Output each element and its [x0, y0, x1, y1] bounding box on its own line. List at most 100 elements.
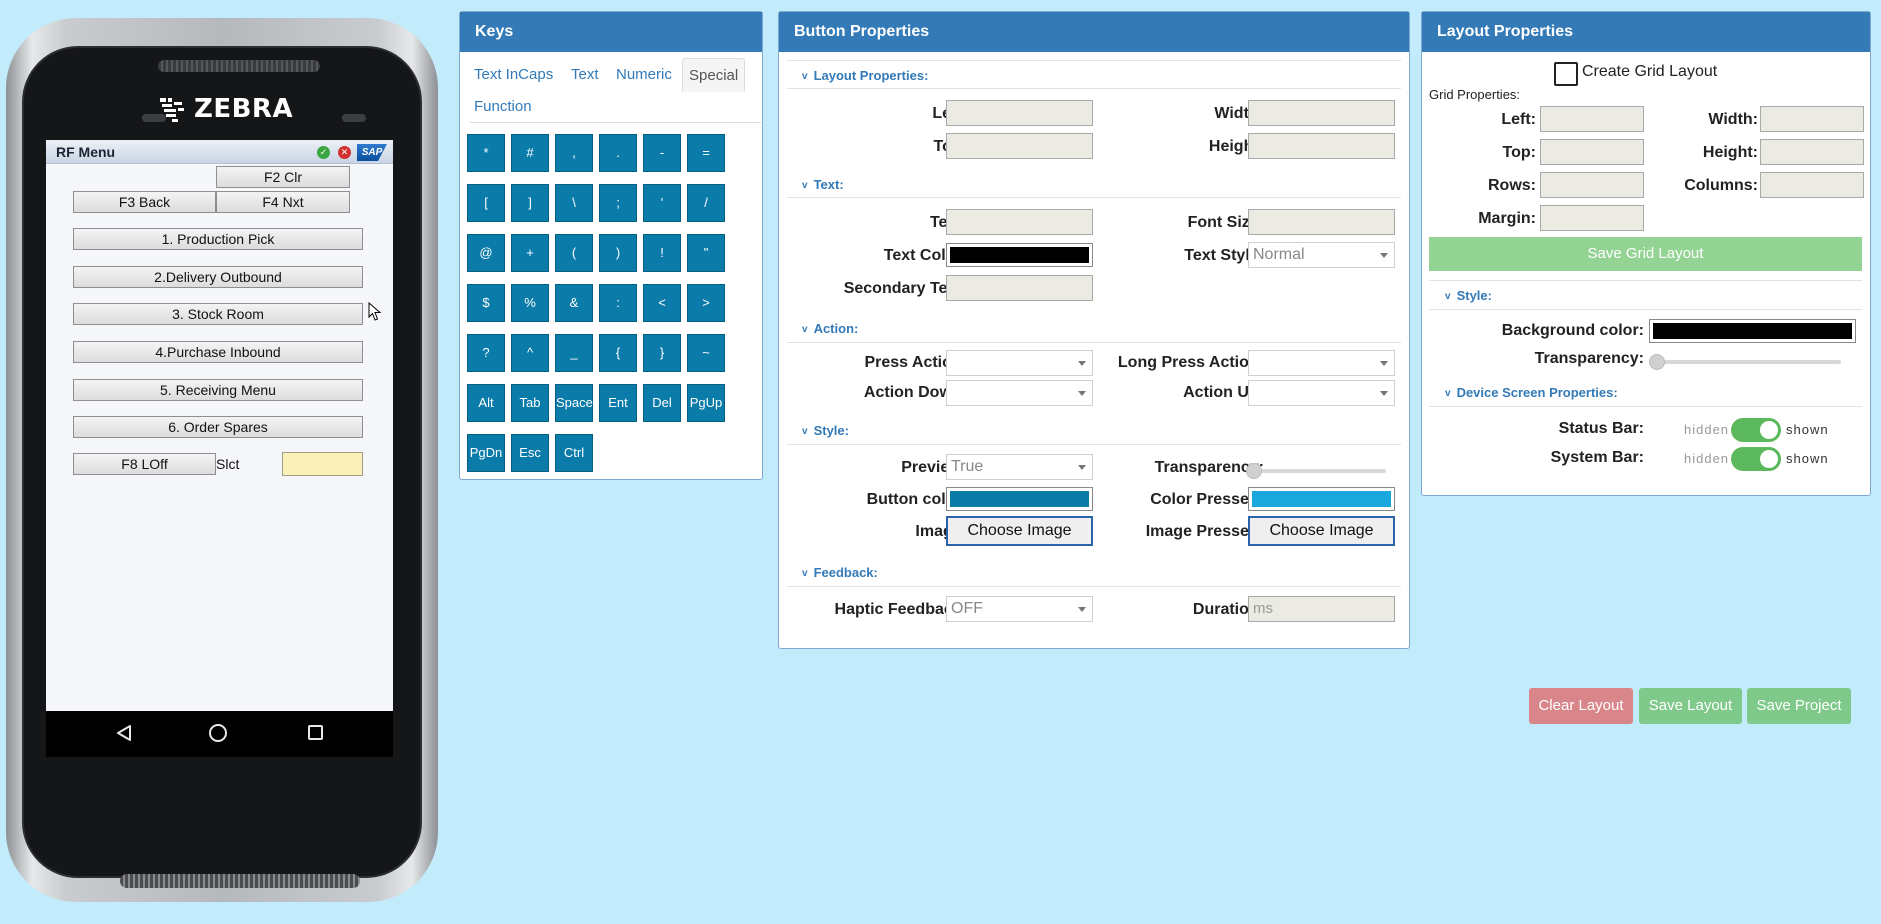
menu-order-spares-button[interactable]: 6. Order Spares — [73, 416, 363, 438]
duration-input[interactable]: ms — [1248, 596, 1395, 622]
key-button[interactable]: / — [687, 184, 725, 222]
grid-width-input[interactable] — [1760, 106, 1864, 132]
key-button[interactable]: # — [511, 134, 549, 172]
transparency-slider[interactable] — [1246, 463, 1386, 479]
text-input[interactable] — [946, 209, 1093, 235]
section-feedback[interactable]: v Feedback: — [802, 565, 878, 580]
grid-height-input[interactable] — [1760, 139, 1864, 165]
action-up-select[interactable] — [1248, 380, 1395, 406]
key-button[interactable]: , — [555, 134, 593, 172]
save-layout-button[interactable]: Save Layout — [1639, 688, 1742, 724]
key-button[interactable]: - — [643, 134, 681, 172]
action-down-select[interactable] — [946, 380, 1093, 406]
menu-stock-room-button[interactable]: 3. Stock Room — [73, 303, 363, 325]
key-button[interactable]: Ctrl — [555, 434, 593, 472]
system-bar-toggle[interactable] — [1731, 447, 1781, 471]
menu-production-pick-button[interactable]: 1. Production Pick — [73, 228, 363, 250]
f8-logoff-button[interactable]: F8 LOff — [73, 453, 216, 475]
layout-transparency-slider[interactable] — [1649, 354, 1841, 370]
section-action[interactable]: v Action: — [802, 321, 858, 336]
left-input[interactable] — [946, 100, 1093, 126]
key-button[interactable]: \ — [555, 184, 593, 222]
grid-margin-input[interactable] — [1540, 205, 1644, 231]
f2-clear-button[interactable]: F2 Clr — [216, 166, 350, 188]
key-button[interactable]: Space — [555, 384, 593, 422]
button-color-picker[interactable] — [946, 487, 1093, 511]
key-button[interactable]: ) — [599, 234, 637, 272]
f4-next-button[interactable]: F4 Nxt — [216, 191, 350, 213]
key-button[interactable]: ^ — [511, 334, 549, 372]
back-icon[interactable] — [116, 724, 132, 742]
key-button[interactable]: @ — [467, 234, 505, 272]
tab-text-incaps[interactable]: Text InCaps — [468, 58, 559, 92]
section-style[interactable]: v Style: — [1445, 288, 1492, 303]
check-icon[interactable]: ✓ — [317, 146, 330, 159]
key-button[interactable]: = — [687, 134, 725, 172]
menu-receiving-menu-button[interactable]: 5. Receiving Menu — [73, 379, 363, 401]
tab-function[interactable]: Function — [468, 90, 538, 124]
font-size-input[interactable] — [1248, 209, 1395, 235]
slider-thumb[interactable] — [1649, 354, 1665, 370]
preview-select[interactable]: True — [946, 454, 1093, 480]
key-button[interactable]: : — [599, 284, 637, 322]
grid-rows-input[interactable] — [1540, 172, 1644, 198]
save-project-button[interactable]: Save Project — [1747, 688, 1851, 724]
key-button[interactable]: Tab — [511, 384, 549, 422]
key-button[interactable]: { — [599, 334, 637, 372]
key-button[interactable]: % — [511, 284, 549, 322]
key-button[interactable]: Del — [643, 384, 681, 422]
key-button[interactable]: Esc — [511, 434, 549, 472]
top-input[interactable] — [946, 133, 1093, 159]
close-icon[interactable]: ✕ — [338, 146, 351, 159]
status-bar-toggle[interactable] — [1731, 418, 1781, 442]
tab-numeric[interactable]: Numeric — [610, 58, 678, 92]
grid-top-input[interactable] — [1540, 139, 1644, 165]
slider-thumb[interactable] — [1246, 463, 1262, 479]
grid-left-input[interactable] — [1540, 106, 1644, 132]
key-button[interactable]: PgUp — [687, 384, 725, 422]
select-input[interactable] — [282, 452, 363, 476]
key-button[interactable]: } — [643, 334, 681, 372]
key-button[interactable]: < — [643, 284, 681, 322]
key-button[interactable]: PgDn — [467, 434, 505, 472]
text-color-picker[interactable] — [946, 243, 1093, 267]
save-grid-layout-button[interactable]: Save Grid Layout — [1429, 237, 1862, 271]
choose-image-button[interactable]: Choose Image — [946, 516, 1093, 546]
create-grid-checkbox[interactable] — [1554, 62, 1578, 86]
key-button[interactable]: & — [555, 284, 593, 322]
recent-apps-icon[interactable] — [308, 725, 323, 740]
section-style[interactable]: v Style: — [802, 423, 849, 438]
key-button[interactable]: ? — [467, 334, 505, 372]
key-button[interactable]: _ — [555, 334, 593, 372]
key-button[interactable]: > — [687, 284, 725, 322]
key-button[interactable]: ! — [643, 234, 681, 272]
key-button[interactable]: Ent — [599, 384, 637, 422]
clear-layout-button[interactable]: Clear Layout — [1529, 688, 1633, 724]
section-device-screen[interactable]: v Device Screen Properties: — [1445, 385, 1618, 400]
key-button[interactable]: " — [687, 234, 725, 272]
grid-columns-input[interactable] — [1760, 172, 1864, 198]
key-button[interactable]: ] — [511, 184, 549, 222]
key-button[interactable]: . — [599, 134, 637, 172]
tab-text[interactable]: Text — [565, 58, 605, 92]
key-button[interactable]: + — [511, 234, 549, 272]
key-button[interactable]: ' — [643, 184, 681, 222]
height-input[interactable] — [1248, 133, 1395, 159]
section-layout-properties[interactable]: v Layout Properties: — [802, 68, 928, 83]
key-button[interactable]: Alt — [467, 384, 505, 422]
key-button[interactable]: [ — [467, 184, 505, 222]
menu-delivery-outbound-button[interactable]: 2.Delivery Outbound — [73, 266, 363, 288]
long-press-action-select[interactable] — [1248, 350, 1395, 376]
choose-image-pressed-button[interactable]: Choose Image — [1248, 516, 1395, 546]
key-button[interactable]: ~ — [687, 334, 725, 372]
press-action-select[interactable] — [946, 350, 1093, 376]
menu-purchase-inbound-button[interactable]: 4.Purchase Inbound — [73, 341, 363, 363]
tab-special[interactable]: Special — [682, 58, 746, 92]
color-pressed-picker[interactable] — [1248, 487, 1395, 511]
f3-back-button[interactable]: F3 Back — [73, 191, 216, 213]
section-text[interactable]: v Text: — [802, 177, 844, 192]
key-button[interactable]: ; — [599, 184, 637, 222]
key-button[interactable]: ( — [555, 234, 593, 272]
background-color-picker[interactable] — [1649, 319, 1856, 343]
haptic-feedback-select[interactable]: OFF — [946, 596, 1093, 622]
